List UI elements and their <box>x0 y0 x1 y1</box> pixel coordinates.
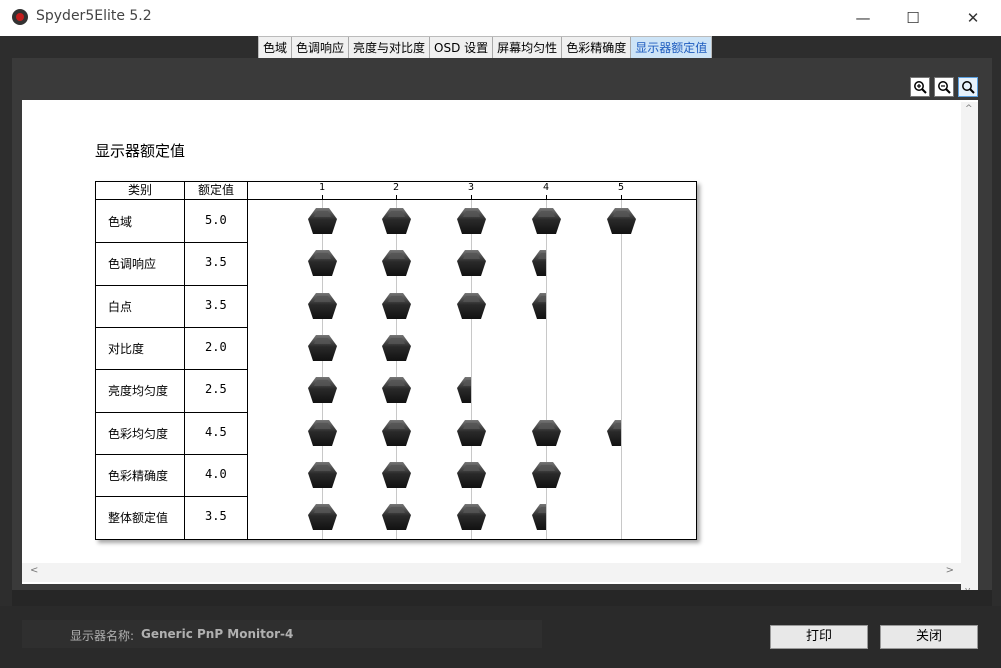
tab-tone-response[interactable]: 色调响应 <box>292 37 350 58</box>
rating-gem-icon <box>532 292 546 320</box>
row-rating-value: 4.0 <box>205 466 227 481</box>
row-rating-value: 5.0 <box>205 213 227 227</box>
rating-gem-icon <box>308 334 337 362</box>
row-rating-value: 3.5 <box>205 255 227 270</box>
row-category-label: 亮度均匀度 <box>108 384 169 399</box>
scroll-right-icon[interactable]: > <box>946 565 954 576</box>
zoom-out-icon[interactable] <box>934 77 954 97</box>
rating-gem-icon <box>308 419 337 447</box>
tab-gamut[interactable]: 色域 <box>259 37 293 58</box>
print-button[interactable]: 打印 <box>770 625 868 649</box>
rating-gem-icon <box>457 419 486 447</box>
row-category-label: 白点 <box>108 299 133 314</box>
row-category-label: 色域 <box>108 215 133 229</box>
rating-gem-icon <box>382 461 411 489</box>
report-title: 显示器额定值 <box>95 142 186 160</box>
row-category-label: 对比度 <box>108 341 145 356</box>
rating-gem-icon <box>382 376 411 404</box>
tab-brightness-contrast[interactable]: 亮度与对比度 <box>349 37 431 58</box>
rating-gem-icon <box>382 207 411 235</box>
rating-gem-icon <box>457 376 471 404</box>
rating-gem-icon <box>457 207 486 235</box>
maximize-button[interactable]: ☐ <box>890 0 936 36</box>
rating-gem-icon <box>308 207 337 235</box>
rating-gem-icon <box>382 292 411 320</box>
row-category-label: 色调响应 <box>108 257 157 272</box>
scale-label-3: 3 <box>468 182 475 193</box>
footer-strip <box>12 590 992 606</box>
scale-tick <box>322 195 323 199</box>
spyder-logo-icon <box>12 9 28 25</box>
scale-tick <box>396 195 397 199</box>
rating-gem-icon <box>457 249 486 277</box>
scale-label-4: 4 <box>543 182 550 193</box>
rating-gem-icon <box>532 249 546 277</box>
horizontal-scrollbar[interactable]: < > <box>22 563 962 582</box>
scroll-up-icon[interactable]: ^ <box>965 104 973 114</box>
minimize-button[interactable]: — <box>840 0 886 36</box>
rating-gem-icon <box>308 292 337 320</box>
rating-gem-icon <box>382 503 411 531</box>
rating-gem-icon <box>382 249 411 277</box>
monitor-name-label: 显示器名称: <box>70 629 135 643</box>
scale-label-1: 1 <box>319 182 326 193</box>
rating-gem-icon <box>607 207 636 235</box>
rating-gem-icon <box>308 461 337 489</box>
ratings-table: 类别 额定值 1 2 3 4 5 色域 5.0 色调响应 3.5 白点 3.5 对比度 2.0 亮度均匀度… <box>95 181 697 540</box>
monitor-name-value: Generic PnP Monitor-4 <box>141 627 294 641</box>
rating-gem-icon <box>532 503 546 531</box>
scale-tick <box>621 195 622 199</box>
scale-tick <box>546 195 547 199</box>
row-rating-value: 3.5 <box>205 297 227 312</box>
vertical-scrollbar[interactable]: ^ v <box>961 102 978 598</box>
tab-screen-uniformity[interactable]: 屏幕均匀性 <box>493 37 563 58</box>
zoom-fit-icon[interactable] <box>958 77 978 97</box>
rating-gem-icon <box>532 207 561 235</box>
row-rating-value: 2.0 <box>205 339 227 354</box>
row-category-label: 色彩精确度 <box>108 468 169 483</box>
scale-label-2: 2 <box>393 182 400 193</box>
row-rating-value: 4.5 <box>205 424 227 439</box>
rating-gem-icon <box>308 376 337 404</box>
rating-gem-icon <box>457 461 486 489</box>
rating-gem-icon <box>532 461 561 489</box>
title-bar: Spyder5Elite 5.2 — ☐ ✕ <box>0 0 1001 36</box>
scale-tick <box>471 195 472 199</box>
scroll-left-icon[interactable]: < <box>30 565 38 576</box>
rating-gem-icon <box>308 249 337 277</box>
tab-color-accuracy[interactable]: 色彩精确度 <box>562 37 632 58</box>
rating-gem-icon <box>308 503 337 531</box>
row-rating-value: 2.5 <box>205 382 227 397</box>
row-rating-value: 3.5 <box>205 509 227 524</box>
header-rating: 额定值 <box>197 183 234 197</box>
zoom-in-icon[interactable] <box>910 77 930 97</box>
rating-gem-icon <box>532 419 561 447</box>
row-category-label: 整体额定值 <box>108 511 169 526</box>
scale-gridline <box>621 200 622 539</box>
rating-gem-icon <box>382 419 411 447</box>
rating-gem-icon <box>457 292 486 320</box>
tab-bar: 色域 色调响应 亮度与对比度 OSD 设置 屏幕均匀性 色彩精确度 显示器额定值 <box>258 36 713 59</box>
close-button[interactable]: 关闭 <box>880 625 978 649</box>
rating-gem-icon <box>457 503 486 531</box>
window-title: Spyder5Elite 5.2 <box>36 8 152 24</box>
tab-osd-settings[interactable]: OSD 设置 <box>430 37 494 58</box>
rating-gem-icon <box>382 334 411 362</box>
scale-label-5: 5 <box>618 182 625 193</box>
tab-monitor-rating[interactable]: 显示器额定值 <box>631 37 712 58</box>
close-window-button[interactable]: ✕ <box>950 0 996 36</box>
rating-gem-icon <box>607 419 621 447</box>
row-category-label: 色彩均匀度 <box>108 426 169 441</box>
header-category: 类别 <box>127 183 152 197</box>
